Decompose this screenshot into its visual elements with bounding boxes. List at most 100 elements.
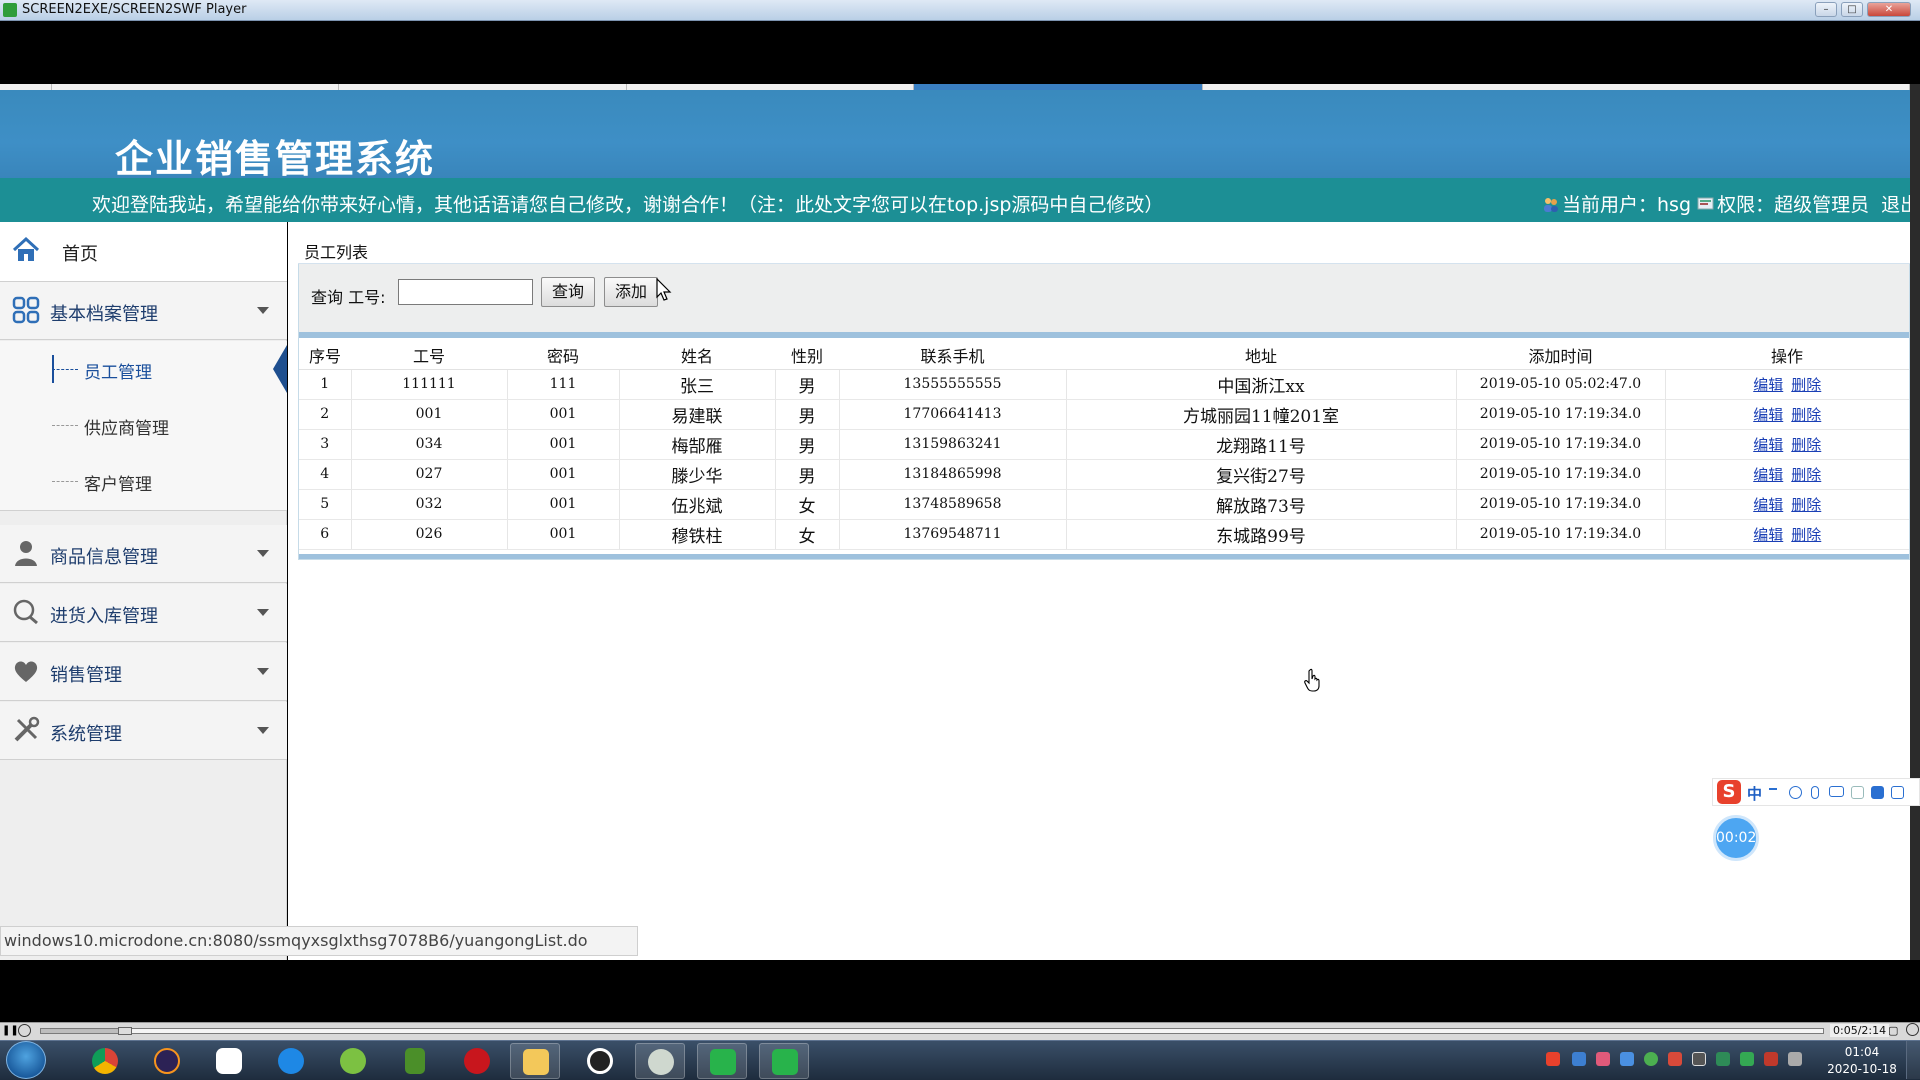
cell-index: 1 [299, 369, 352, 400]
cell-index: 4 [299, 459, 352, 490]
taskbar-360[interactable] [328, 1043, 378, 1079]
tray-qq-icon[interactable] [1692, 1052, 1706, 1066]
edit-link[interactable]: 编辑 [1753, 436, 1783, 454]
table-row: 2 001 001 易建联 男 17706641413 方城丽园11幢201室 … [299, 399, 1909, 430]
pause-icon[interactable]: ❚❚ [2, 1025, 19, 1037]
sidebar-item-supplier-management[interactable]: 供应商管理 [0, 397, 287, 453]
punctuation-icon[interactable] [1769, 788, 1777, 796]
employee-id-input[interactable] [398, 279, 533, 305]
table-header-row: 序号 工号 密码 姓名 性别 联系手机 地址 添加时间 操作 [299, 341, 1909, 370]
close-button[interactable]: ✕ [1867, 2, 1911, 17]
tray-app-icon[interactable] [1740, 1052, 1754, 1066]
edit-link[interactable]: 编辑 [1753, 496, 1783, 514]
taskbar-player[interactable] [759, 1043, 809, 1079]
welcome-text: 欢迎登陆我站，希望能给你带来好心情，其他话语请您自己修改，谢谢合作！（注：此处文… [92, 194, 1164, 216]
cell-employee-id: 034 [351, 429, 508, 460]
sidebar-group-label: 系统管理 [50, 724, 122, 745]
panel-header [298, 230, 1910, 264]
taskbar-baidu[interactable] [204, 1043, 254, 1079]
minimize-button[interactable]: – [1815, 2, 1837, 17]
ime-toolbar[interactable]: S 中 [1712, 778, 1920, 806]
microphone-icon[interactable] [1811, 786, 1819, 799]
heart-icon [14, 661, 38, 682]
tray-baidu-icon[interactable] [1596, 1052, 1610, 1066]
cell-actions: 编辑 删除 [1665, 459, 1909, 490]
edit-link[interactable]: 编辑 [1753, 466, 1783, 484]
info-icon[interactable] [1906, 1023, 1919, 1036]
skin-icon[interactable] [1871, 786, 1884, 799]
seek-bar[interactable] [40, 1028, 1824, 1034]
edit-link[interactable]: 编辑 [1753, 406, 1783, 424]
tray-sogou-icon[interactable] [1546, 1052, 1560, 1066]
delete-link[interactable]: 删除 [1791, 466, 1821, 484]
cell-gender: 女 [775, 519, 840, 550]
user-icon[interactable] [1851, 786, 1864, 799]
delete-link[interactable]: 删除 [1791, 496, 1821, 514]
delete-link[interactable]: 删除 [1791, 376, 1821, 394]
sidebar-item-customer-management[interactable]: 客户管理 [0, 453, 287, 511]
taskbar-browser[interactable] [266, 1043, 316, 1079]
column-header: 添加时间 [1456, 341, 1665, 370]
taskbar-recorder[interactable] [697, 1043, 747, 1079]
tray-wechat-icon[interactable] [1644, 1052, 1658, 1066]
edit-link[interactable]: 编辑 [1753, 526, 1783, 544]
sidebar-group-sales[interactable]: 销售管理 [0, 643, 287, 701]
taskbar-qq[interactable] [575, 1043, 625, 1079]
stop-icon[interactable] [18, 1024, 31, 1037]
emoji-icon[interactable] [1789, 786, 1802, 799]
cell-added-time: 2019-05-10 17:19:34.0 [1456, 519, 1666, 550]
sidebar-group-product-info[interactable]: 商品信息管理 [0, 525, 287, 583]
right-scrollbar[interactable] [1910, 84, 1920, 960]
fullscreen-icon[interactable]: ▢ [1888, 1024, 1898, 1037]
status-url: windows10.microdone.cn:8080/ssmqyxsglxth… [0, 926, 638, 956]
tray-printer-icon[interactable] [1572, 1052, 1586, 1066]
ime-language[interactable]: 中 [1747, 783, 1762, 804]
add-button[interactable]: 添加 [604, 277, 658, 307]
column-header: 密码 [507, 341, 619, 370]
taskbar-clock[interactable]: 01:04 2020-10-18 [1826, 1044, 1898, 1078]
cell-name: 伍兆斌 [619, 489, 776, 520]
tray-volume-icon[interactable] [1764, 1052, 1778, 1066]
toolbox-icon[interactable] [1891, 786, 1904, 799]
sidebar-item-home[interactable]: 首页 [0, 222, 287, 282]
tray-flag-icon[interactable] [1668, 1052, 1682, 1066]
sidebar-subitem-label: 供应商管理 [84, 419, 169, 439]
baidu-netdisk-icon [216, 1048, 242, 1074]
tray-display-icon[interactable] [1788, 1052, 1802, 1066]
tray-shield-icon[interactable] [1620, 1052, 1634, 1066]
sogou-icon[interactable]: S [1717, 780, 1741, 804]
playback-time: 0:05/2:14 [1830, 1024, 1890, 1037]
cell-password: 001 [507, 459, 620, 490]
cell-employee-id: 001 [351, 399, 508, 430]
taskbar-flash[interactable] [452, 1043, 502, 1079]
sidebar-group-basic-records[interactable]: 基本档案管理 [0, 282, 287, 340]
maximize-button[interactable]: □ [1841, 2, 1863, 17]
column-header: 性别 [775, 341, 839, 370]
cell-phone: 17706641413 [839, 399, 1067, 430]
cell-address: 方城丽园11幢201室 [1066, 399, 1457, 430]
show-desktop-button[interactable] [1906, 1041, 1920, 1079]
start-button[interactable] [6, 1041, 46, 1079]
sidebar-group-system[interactable]: 系统管理 [0, 702, 287, 760]
sidebar-item-employee-management[interactable]: 员工管理 [0, 341, 287, 397]
delete-link[interactable]: 删除 [1791, 406, 1821, 424]
cell-added-time: 2019-05-10 17:19:34.0 [1456, 489, 1666, 520]
seek-thumb[interactable] [118, 1027, 132, 1035]
taskbar-eclipse[interactable] [142, 1043, 192, 1079]
cell-name: 梅郜雁 [619, 429, 776, 460]
tray-network-icon[interactable] [1716, 1052, 1730, 1066]
taskbar-chrome[interactable] [80, 1043, 130, 1079]
recording-timer[interactable]: 00:02 [1713, 815, 1759, 861]
keyboard-icon[interactable] [1829, 786, 1844, 797]
taskbar-notepad[interactable] [390, 1043, 440, 1079]
cell-actions: 编辑 删除 [1665, 399, 1909, 430]
taskbar-explorer[interactable] [510, 1043, 560, 1079]
sidebar-group-purchase-inbound[interactable]: 进货入库管理 [0, 584, 287, 642]
query-button[interactable]: 查询 [541, 277, 595, 307]
delete-link[interactable]: 删除 [1791, 436, 1821, 454]
taskbar-wechat[interactable] [635, 1043, 685, 1079]
active-pointer-icon [273, 345, 287, 393]
edit-link[interactable]: 编辑 [1753, 376, 1783, 394]
delete-link[interactable]: 删除 [1791, 526, 1821, 544]
column-header: 联系手机 [839, 341, 1066, 370]
